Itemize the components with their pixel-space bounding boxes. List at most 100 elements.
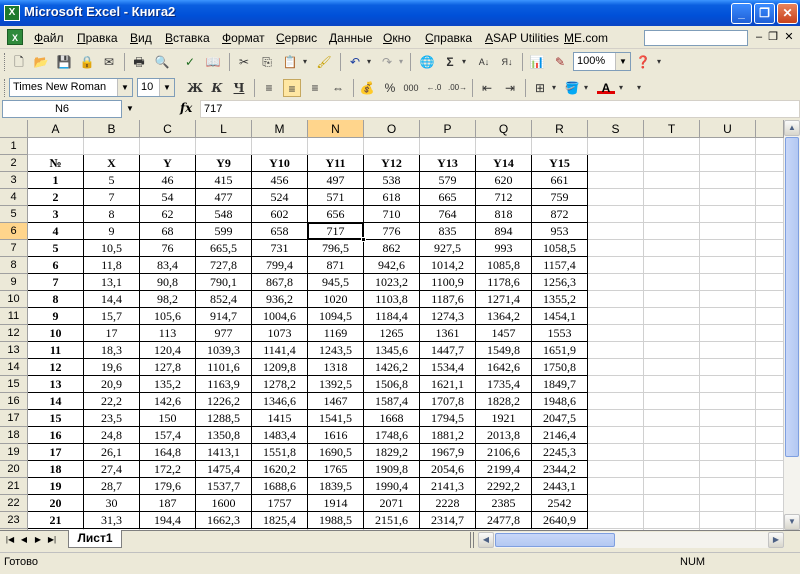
table-cell[interactable]: 1392,5 xyxy=(308,376,364,393)
table-cell[interactable]: 1948,6 xyxy=(532,393,588,410)
row-header[interactable]: 11 xyxy=(0,308,28,325)
table-cell[interactable]: 10,5 xyxy=(84,240,140,257)
menu-item-9[interactable]: Справка xyxy=(425,31,472,45)
table-cell[interactable]: 1355,2 xyxy=(532,291,588,308)
table-cell[interactable]: 1346,6 xyxy=(252,393,308,410)
table-cell[interactable]: 602 xyxy=(252,206,308,223)
grid-cell[interactable] xyxy=(644,274,700,291)
grid-cell[interactable] xyxy=(644,512,700,529)
table-cell[interactable]: 62 xyxy=(140,206,196,223)
table-cell[interactable]: 2146,4 xyxy=(532,427,588,444)
table-cell[interactable]: 1662,3 xyxy=(196,512,252,529)
hyperlink-icon[interactable]: 🌐 xyxy=(418,53,436,71)
table-cell[interactable]: 105,6 xyxy=(140,308,196,325)
grid-cell[interactable] xyxy=(196,138,252,155)
table-cell[interactable]: 497 xyxy=(308,172,364,189)
grid-cell[interactable] xyxy=(644,291,700,308)
align-center-icon[interactable]: ≡ xyxy=(283,79,301,97)
table-cell[interactable]: 1163,9 xyxy=(196,376,252,393)
table-cell[interactable]: 1825,4 xyxy=(252,512,308,529)
table-cell[interactable]: 1642,6 xyxy=(476,359,532,376)
table-cell[interactable]: 1187,6 xyxy=(420,291,476,308)
increase-indent-icon[interactable]: ⇥ xyxy=(501,79,519,97)
table-cell[interactable]: 1668 xyxy=(364,410,420,427)
redo-icon[interactable]: ↷ xyxy=(378,53,396,71)
sort-descending-icon[interactable]: Я↓ xyxy=(498,53,516,71)
table-cell[interactable]: 620 xyxy=(476,172,532,189)
table-header-cell[interactable]: Y10 xyxy=(252,155,308,172)
grid-cell[interactable] xyxy=(644,393,700,410)
grid-cell[interactable] xyxy=(644,495,700,512)
table-cell[interactable]: 1426,2 xyxy=(364,359,420,376)
table-cell[interactable]: 31,3 xyxy=(84,512,140,529)
menu-item-1[interactable]: Файл xyxy=(34,31,64,45)
table-header-cell[interactable]: Y12 xyxy=(364,155,420,172)
table-cell[interactable]: 456 xyxy=(252,172,308,189)
table-cell[interactable]: 867,8 xyxy=(252,274,308,291)
bold-button[interactable]: Ж xyxy=(186,79,204,97)
table-cell[interactable]: 1209,8 xyxy=(252,359,308,376)
table-cell[interactable]: 2344,2 xyxy=(532,461,588,478)
column-header-b[interactable]: B xyxy=(84,120,140,138)
table-cell[interactable]: 1620,2 xyxy=(252,461,308,478)
permission-icon[interactable]: 🔒 xyxy=(78,53,96,71)
table-cell[interactable]: 1483,4 xyxy=(252,427,308,444)
table-cell[interactable]: 759 xyxy=(532,189,588,206)
menu-item-8[interactable]: Окно xyxy=(383,31,411,45)
column-header-q[interactable]: Q xyxy=(476,120,532,138)
grid-cell[interactable] xyxy=(700,155,756,172)
table-cell[interactable]: 656 xyxy=(308,206,364,223)
table-cell[interactable]: 1534,4 xyxy=(420,359,476,376)
grid-cell[interactable] xyxy=(644,257,700,274)
table-cell[interactable]: 1256,3 xyxy=(532,274,588,291)
table-cell[interactable]: 2245,3 xyxy=(532,444,588,461)
next-sheet-icon[interactable]: ▶ xyxy=(32,533,44,547)
row-header[interactable]: 7 xyxy=(0,240,28,257)
table-cell[interactable]: 1265 xyxy=(364,325,420,342)
table-cell[interactable]: 1587,4 xyxy=(364,393,420,410)
grid-cell[interactable] xyxy=(756,138,784,155)
grid-cell[interactable] xyxy=(588,427,644,444)
table-cell[interactable]: 618 xyxy=(364,189,420,206)
table-cell[interactable]: 1226,2 xyxy=(196,393,252,410)
table-cell[interactable]: 98,2 xyxy=(140,291,196,308)
table-cell[interactable]: 796,5 xyxy=(308,240,364,257)
table-cell[interactable]: 1549,8 xyxy=(476,342,532,359)
workbook-icon[interactable]: X xyxy=(7,29,23,45)
scroll-left-button[interactable]: ◀ xyxy=(478,532,494,548)
column-header-s[interactable]: S xyxy=(588,120,644,138)
grid-cell[interactable] xyxy=(644,189,700,206)
sheet-tab-list1[interactable]: Лист1 xyxy=(68,530,122,548)
scroll-right-button[interactable]: ▶ xyxy=(768,532,784,548)
grid-cell[interactable] xyxy=(588,155,644,172)
grid-cell[interactable] xyxy=(756,393,784,410)
currency-icon[interactable]: 💰 xyxy=(358,79,376,97)
column-header-n[interactable]: N xyxy=(308,120,364,138)
menu-item-7[interactable]: Данные xyxy=(329,31,372,45)
table-cell[interactable]: 727,8 xyxy=(196,257,252,274)
chart-wizard-icon[interactable]: 📊 xyxy=(528,53,546,71)
research-icon[interactable]: 📖 xyxy=(204,53,222,71)
grid-cell[interactable] xyxy=(756,427,784,444)
table-cell[interactable]: 1475,4 xyxy=(196,461,252,478)
table-cell[interactable]: 20,9 xyxy=(84,376,140,393)
grid-cell[interactable] xyxy=(644,359,700,376)
help-icon[interactable]: ❓ xyxy=(634,53,652,71)
table-cell[interactable]: 1415 xyxy=(252,410,308,427)
table-cell[interactable]: 26,1 xyxy=(84,444,140,461)
chevron-down-icon[interactable]: ▼ xyxy=(159,79,174,96)
font-color-dropdown-icon[interactable]: ▾ xyxy=(616,79,626,97)
fill-handle[interactable] xyxy=(361,237,366,242)
table-cell[interactable]: 1688,6 xyxy=(252,478,308,495)
grid-cell[interactable] xyxy=(700,512,756,529)
table-cell[interactable]: 28,7 xyxy=(84,478,140,495)
grid-cell[interactable] xyxy=(756,410,784,427)
table-cell[interactable]: 776 xyxy=(364,223,420,240)
table-cell[interactable]: 24,8 xyxy=(84,427,140,444)
name-box[interactable]: N6 xyxy=(2,100,122,118)
grid-cell[interactable] xyxy=(756,342,784,359)
table-cell[interactable]: 477 xyxy=(196,189,252,206)
table-cell[interactable]: 2071 xyxy=(364,495,420,512)
table-cell[interactable]: 1988,5 xyxy=(308,512,364,529)
column-header-c[interactable]: C xyxy=(140,120,196,138)
